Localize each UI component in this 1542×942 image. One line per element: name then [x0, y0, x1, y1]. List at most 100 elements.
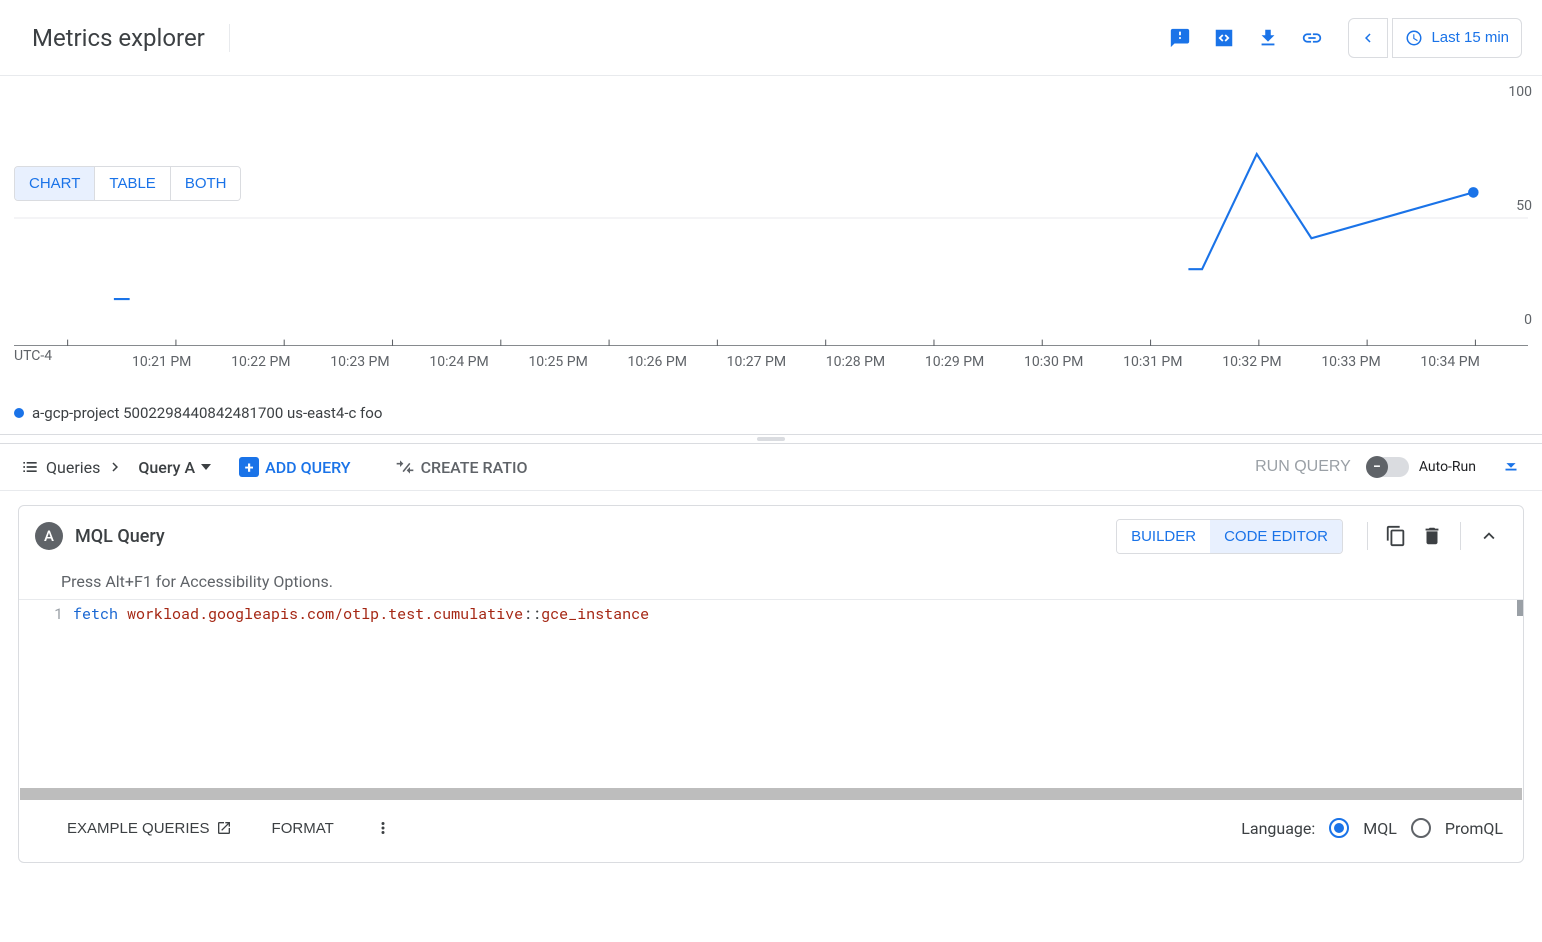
- queries-breadcrumb[interactable]: Queries: [20, 457, 124, 477]
- radio-promql-label: PromQL: [1445, 819, 1503, 838]
- plus-icon: +: [239, 457, 259, 477]
- add-query-button[interactable]: + ADD QUERY: [239, 457, 350, 477]
- query-toolbar-right: RUN QUERY − Auto-Run: [1255, 454, 1522, 480]
- more-button[interactable]: [374, 819, 392, 837]
- code-line-1[interactable]: fetch workload.googleapis.com/otlp.test.…: [73, 600, 1523, 628]
- resize-handle[interactable]: [0, 434, 1542, 444]
- code-icon[interactable]: [1204, 18, 1244, 58]
- legend-color-dot: [14, 408, 24, 418]
- chart-area: CHART TABLE BOTH 100 50 0 UTC-4 10:21 PM…: [0, 76, 1542, 396]
- tab-table[interactable]: TABLE: [95, 167, 170, 200]
- code-editor-area[interactable]: 1 fetch workload.googleapis.com/otlp.tes…: [19, 599, 1523, 628]
- header-right-actions: Last 15 min: [1160, 18, 1522, 58]
- y-tick-0: 0: [1524, 312, 1532, 328]
- legend-row: a-gcp-project 5002298440842481700 us-eas…: [0, 396, 1542, 434]
- x-tick: 10:29 PM: [925, 354, 984, 370]
- auto-run-toggle-wrap: − Auto-Run: [1367, 457, 1476, 477]
- query-badge: A: [35, 522, 63, 550]
- radio-mql[interactable]: [1329, 818, 1349, 838]
- x-tick: 10:21 PM: [132, 354, 191, 370]
- footer-left: EXAMPLE QUERIES FORMAT: [67, 819, 392, 837]
- x-tick: 10:23 PM: [330, 354, 389, 370]
- query-selector[interactable]: Query A: [138, 458, 211, 477]
- query-toolbar: Queries Query A + ADD QUERY CREATE RATIO…: [0, 444, 1542, 491]
- link-icon[interactable]: [1292, 18, 1332, 58]
- format-button[interactable]: FORMAT: [272, 820, 334, 837]
- collapse-button[interactable]: [1471, 518, 1507, 554]
- language-group: Language: MQL PromQL: [1241, 818, 1503, 838]
- language-label: Language:: [1241, 819, 1315, 838]
- timezone-label: UTC-4: [14, 348, 52, 364]
- minimap-cursor[interactable]: [1517, 600, 1523, 616]
- header-left: Metrics explorer: [32, 24, 230, 52]
- merge-icon: [395, 457, 415, 477]
- x-tick: 10:32 PM: [1222, 354, 1281, 370]
- auto-run-label: Auto-Run: [1419, 459, 1476, 475]
- create-ratio-button[interactable]: CREATE RATIO: [395, 457, 528, 477]
- more-vert-icon: [374, 819, 392, 837]
- x-tick: 10:22 PM: [231, 354, 290, 370]
- chevron-right-icon: [106, 458, 124, 476]
- list-icon: [20, 457, 40, 477]
- code-editor-body[interactable]: [19, 628, 1523, 788]
- time-prev-button[interactable]: [1348, 18, 1388, 58]
- time-range-group: Last 15 min: [1348, 18, 1522, 58]
- tab-both[interactable]: BOTH: [171, 167, 241, 200]
- y-tick-100: 100: [1508, 84, 1532, 100]
- radio-mql-label: MQL: [1363, 819, 1397, 838]
- x-tick: 10:27 PM: [727, 354, 786, 370]
- x-tick: 10:33 PM: [1321, 354, 1380, 370]
- x-axis-ticks: 10:21 PM 10:22 PM 10:23 PM 10:24 PM 10:2…: [118, 354, 1528, 370]
- tab-builder[interactable]: BUILDER: [1117, 520, 1210, 553]
- code-sep: ::: [523, 604, 541, 624]
- editor-mode-tabs: BUILDER CODE EDITOR: [1116, 519, 1343, 554]
- view-mode-tabs: CHART TABLE BOTH: [14, 166, 241, 201]
- query-panel-header-right: BUILDER CODE EDITOR: [1116, 518, 1507, 554]
- line-number: 1: [54, 604, 63, 624]
- line-gutter: 1: [19, 600, 73, 628]
- header-bar: Metrics explorer Last 15 min: [0, 0, 1542, 76]
- code-resource: gce_instance: [541, 604, 649, 624]
- auto-run-toggle[interactable]: −: [1367, 457, 1409, 477]
- example-queries-button[interactable]: EXAMPLE QUERIES: [67, 820, 232, 837]
- a11y-hint: Press Alt+F1 for Accessibility Options.: [19, 566, 1523, 599]
- x-tick: 10:26 PM: [628, 354, 687, 370]
- delete-button[interactable]: [1414, 518, 1450, 554]
- legend-text: a-gcp-project 5002298440842481700 us-eas…: [32, 404, 382, 422]
- download-icon[interactable]: [1248, 18, 1288, 58]
- tab-code-editor[interactable]: CODE EDITOR: [1210, 520, 1342, 553]
- open-in-new-icon: [216, 820, 232, 836]
- code-metric: workload.googleapis.com/otlp.test.cumula…: [127, 604, 523, 624]
- query-panel-header-left: A MQL Query: [35, 522, 165, 550]
- x-tick: 10:34 PM: [1420, 354, 1479, 370]
- clock-icon: [1405, 29, 1423, 47]
- tab-chart[interactable]: CHART: [15, 167, 95, 200]
- create-ratio-label: CREATE RATIO: [421, 458, 528, 477]
- example-queries-label: EXAMPLE QUERIES: [67, 820, 210, 837]
- feedback-icon[interactable]: [1160, 18, 1200, 58]
- x-tick: 10:25 PM: [528, 354, 587, 370]
- code-keyword: fetch: [73, 604, 118, 624]
- time-range-button[interactable]: Last 15 min: [1392, 18, 1522, 58]
- radio-promql[interactable]: [1411, 818, 1431, 838]
- time-range-label: Last 15 min: [1431, 29, 1509, 46]
- query-toolbar-left: Queries Query A + ADD QUERY CREATE RATIO: [20, 457, 528, 477]
- y-tick-50: 50: [1516, 198, 1532, 214]
- line-chart[interactable]: [14, 90, 1528, 346]
- x-tick: 10:24 PM: [429, 354, 488, 370]
- horizontal-scrollbar[interactable]: [20, 788, 1522, 800]
- add-query-label: ADD QUERY: [265, 458, 350, 477]
- expand-all-button[interactable]: [1500, 454, 1522, 480]
- run-query-button[interactable]: RUN QUERY: [1255, 458, 1351, 476]
- x-tick: 10:28 PM: [826, 354, 885, 370]
- caret-down-icon: [201, 464, 211, 470]
- queries-label: Queries: [46, 458, 100, 477]
- page-title: Metrics explorer: [32, 24, 230, 52]
- duplicate-button[interactable]: [1378, 518, 1414, 554]
- x-tick: 10:30 PM: [1024, 354, 1083, 370]
- query-panel-footer: EXAMPLE QUERIES FORMAT Language: MQL Pro…: [19, 800, 1523, 862]
- query-selector-label: Query A: [138, 458, 195, 477]
- query-panel-header: A MQL Query BUILDER CODE EDITOR: [19, 506, 1523, 566]
- query-title: MQL Query: [75, 526, 165, 547]
- query-panel: A MQL Query BUILDER CODE EDITOR Press Al…: [18, 505, 1524, 863]
